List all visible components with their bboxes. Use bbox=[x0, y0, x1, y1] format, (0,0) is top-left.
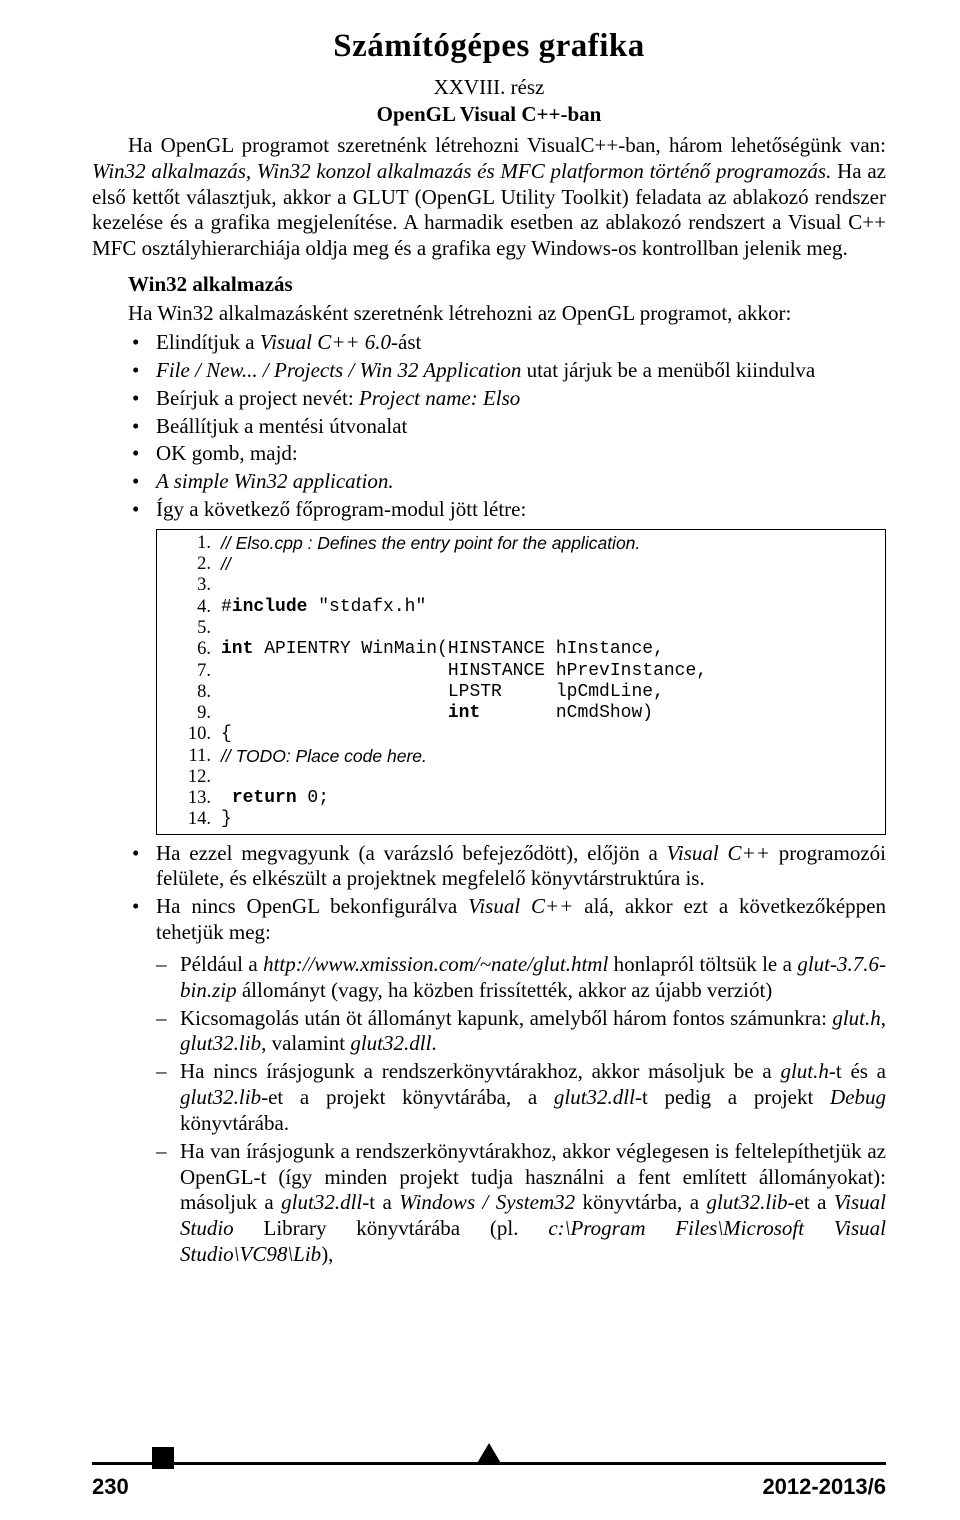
intro-paragraph: Ha OpenGL programot szeretnénk létrehozn… bbox=[92, 133, 886, 262]
list-item: Ha van írásjogunk a rendszerkönyvtárakho… bbox=[92, 1139, 886, 1268]
list-item: Így a következő főprogram-modul jött lét… bbox=[92, 497, 886, 523]
page-footer: 230 2012-2013/6 bbox=[0, 1462, 960, 1506]
issue-number: 2012-2013/6 bbox=[762, 1474, 886, 1500]
footer-rule bbox=[92, 1462, 886, 1465]
bullet-list-2: Ha ezzel megvagyunk (a varázsló befejező… bbox=[92, 841, 886, 946]
section-lead: Ha Win32 alkalmazásként szeretnénk létre… bbox=[128, 301, 886, 326]
subtitle: OpenGL Visual C++-ban bbox=[92, 102, 886, 127]
list-item: Beírjuk a project nevét: Project name: E… bbox=[92, 386, 886, 412]
list-item: Ha nincs írásjogunk a rendszerkönyvtárak… bbox=[92, 1059, 886, 1136]
list-item: Ha nincs OpenGL bekonfigurálva Visual C+… bbox=[92, 894, 886, 946]
list-item: Ha ezzel megvagyunk (a varázsló befejező… bbox=[92, 841, 886, 893]
square-marker-icon bbox=[152, 1447, 174, 1469]
intro-text: Ha OpenGL programot szeretnénk létrehozn… bbox=[92, 133, 886, 260]
list-item: OK gomb, majd: bbox=[92, 441, 886, 467]
list-item: Elindítjuk a Visual C++ 6.0-ást bbox=[92, 330, 886, 356]
list-item: File / New... / Projects / Win 32 Applic… bbox=[92, 358, 886, 384]
section-heading: Win32 alkalmazás bbox=[128, 272, 886, 297]
list-item: Például a http://www.xmission.com/~nate/… bbox=[92, 952, 886, 1004]
part-number: XXVIII. rész bbox=[92, 75, 886, 100]
page-title: Számítógépes grafika bbox=[92, 28, 886, 65]
page-number: 230 bbox=[92, 1474, 129, 1500]
dash-list: Például a http://www.xmission.com/~nate/… bbox=[92, 952, 886, 1268]
code-listing: 1.// Elso.cpp : Defines the entry point … bbox=[156, 529, 886, 835]
list-item: A simple Win32 application. bbox=[92, 469, 886, 495]
list-item: Kicsomagolás után öt állományt kapunk, a… bbox=[92, 1006, 886, 1058]
triangle-marker-icon bbox=[476, 1443, 502, 1465]
list-item: Beállítjuk a mentési útvonalat bbox=[92, 414, 886, 440]
bullet-list-1: Elindítjuk a Visual C++ 6.0-ástFile / Ne… bbox=[92, 330, 886, 523]
